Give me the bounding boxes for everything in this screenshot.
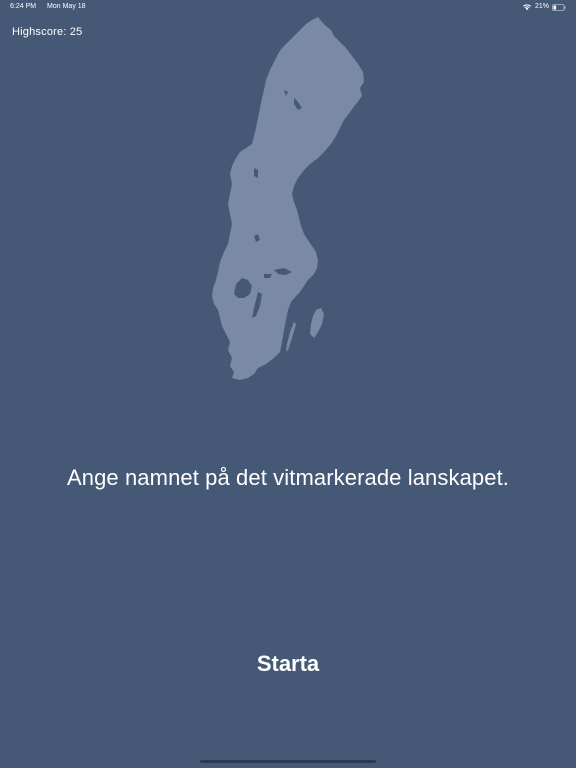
status-time: 6:24 PM bbox=[10, 3, 37, 10]
status-right: 21% bbox=[522, 0, 566, 14]
highscore-label: Highscore: 25 bbox=[12, 26, 83, 38]
start-button[interactable]: Starta bbox=[228, 646, 348, 682]
sweden-outline bbox=[212, 17, 364, 380]
status-date: Mon May 18 bbox=[47, 3, 86, 10]
sweden-map bbox=[200, 12, 376, 384]
wifi-icon bbox=[522, 3, 532, 11]
battery-icon bbox=[552, 3, 566, 11]
gotland-island bbox=[310, 308, 324, 338]
home-indicator[interactable] bbox=[200, 760, 376, 763]
oland-island bbox=[286, 322, 296, 352]
battery-percent: 21% bbox=[534, 3, 549, 10]
status-left: 6:24 PM Mon May 18 bbox=[10, 0, 95, 14]
instruction-text: Ange namnet på det vitmarkerade lanskape… bbox=[66, 465, 510, 490]
